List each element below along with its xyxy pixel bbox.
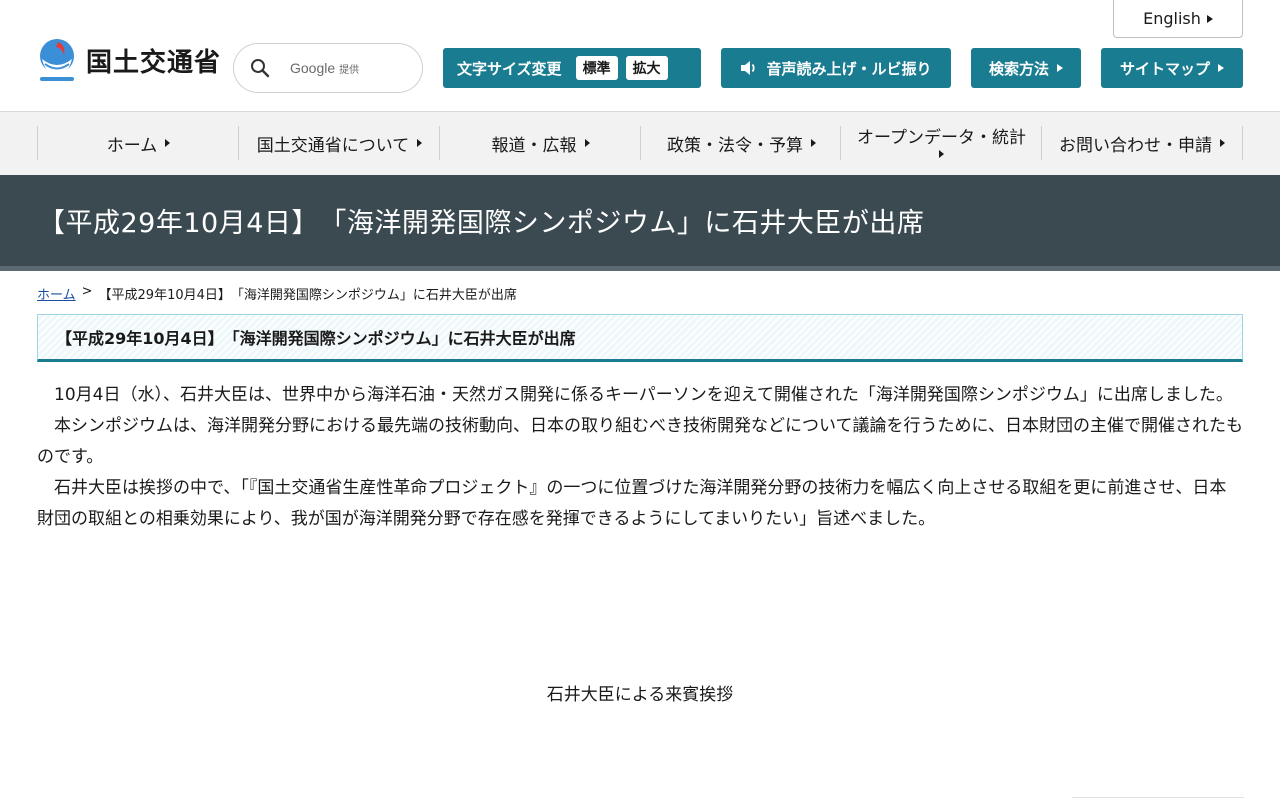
nav-item-label: 報道・広報 xyxy=(491,135,577,156)
breadcrumb-current: 【平成29年10月4日】 「海洋開発国際シンポジウム」に石井大臣が出席 xyxy=(98,288,517,303)
search-method-label: 検索方法 xyxy=(988,59,1049,78)
font-size-standard-button[interactable]: 標準 xyxy=(575,56,618,80)
global-nav: ホーム 国土交通省について 報道・広報 政策・法令・予算 オープンデータ・統計 … xyxy=(0,112,1280,175)
content-heading: 【平成29年10月4日】 「海洋開発国際シンポジウム」に石井大臣が出席 xyxy=(56,329,576,348)
english-label: English xyxy=(1143,9,1201,28)
arrow-right-icon xyxy=(417,139,423,147)
nav-item-label: ホーム xyxy=(106,135,158,156)
breadcrumb: ホーム > 【平成29年10月4日】 「海洋開発国際シンポジウム」に石井大臣が出… xyxy=(37,284,517,303)
arrow-right-icon xyxy=(1057,64,1063,72)
photo-caption: 石井大臣による来賓挨拶 xyxy=(546,685,734,705)
nav-item-label: 国土交通省について xyxy=(256,135,410,156)
search-method-button[interactable]: 検索方法 xyxy=(971,48,1081,88)
site-header: English 国土交通省 Google 提供 文字サイズ変更 標準 拡大 音声読… xyxy=(0,0,1280,112)
nav-item-home[interactable]: ホーム xyxy=(37,126,239,160)
nav-item-label: お問い合わせ・申請 xyxy=(1059,135,1212,156)
nav-item-contact[interactable]: お問い合わせ・申請 xyxy=(1041,126,1243,160)
nav-item-about[interactable]: 国土交通省について xyxy=(238,126,440,160)
logo-text: 国土交通省 xyxy=(86,47,222,78)
sitemap-label: サイトマップ xyxy=(1119,59,1210,78)
article-paragraph: 10月4日（水）、石井大臣は、世界中から海洋石油・天然ガス開発に係るキーパーソン… xyxy=(54,385,1233,405)
arrow-right-icon xyxy=(1220,139,1225,147)
article-body: 10月4日（水）、石井大臣は、世界中から海洋石油・天然ガス開発に係るキーパーソン… xyxy=(37,380,1243,535)
nav-item-label: オープンデータ・統計 xyxy=(857,127,1026,148)
breadcrumb-home-link[interactable]: ホーム xyxy=(37,284,76,303)
mlit-logo-icon xyxy=(40,39,74,81)
breadcrumb-separator: > xyxy=(81,284,93,299)
voice-reading-button[interactable]: 音声読み上げ・ルビ振り xyxy=(721,48,951,88)
font-size-large-button[interactable]: 拡大 xyxy=(625,56,668,80)
font-size-label: 文字サイズ変更 xyxy=(457,59,562,78)
arrow-right-icon xyxy=(939,150,944,159)
content-heading-box: 【平成29年10月4日】 「海洋開発国際シンポジウム」に石井大臣が出席 xyxy=(37,314,1243,362)
speaker-icon xyxy=(741,61,756,75)
page-title: 【平成29年10月4日】 「海洋開発国際シンポジウム」に石井大臣が出席 xyxy=(38,208,925,239)
article-paragraph: 本シンポジウムは、海洋開発分野における最先端の技術動向、日本の取り組むべき技術開… xyxy=(37,416,1243,467)
sitemap-button[interactable]: サイトマップ xyxy=(1101,48,1243,88)
arrow-right-icon xyxy=(811,139,816,147)
nav-item-press[interactable]: 報道・広報 xyxy=(439,126,641,160)
english-button[interactable]: English xyxy=(1113,0,1243,38)
page-title-band: 【平成29年10月4日】 「海洋開発国際シンポジウム」に石井大臣が出席 xyxy=(0,175,1280,271)
arrow-right-icon xyxy=(1218,64,1224,72)
arrow-right-icon xyxy=(165,139,171,147)
search-input[interactable]: Google 提供 xyxy=(233,43,423,93)
search-icon xyxy=(251,59,270,78)
font-size-control: 文字サイズ変更 標準 拡大 xyxy=(443,48,701,88)
nav-item-policy[interactable]: 政策・法令・予算 xyxy=(640,126,842,160)
nav-item-open-data[interactable]: オープンデータ・統計 xyxy=(840,126,1042,160)
nav-item-label: 政策・法令・予算 xyxy=(667,135,803,156)
voice-reading-label: 音声読み上げ・ルビ振り xyxy=(766,59,932,78)
arrow-right-icon xyxy=(584,139,590,147)
search-provider-label: Google 提供 xyxy=(290,60,360,76)
article-paragraph: 石井大臣は挨拶の中で、「『国土交通省生産性革命プロジェクト』の一つに位置づけた海… xyxy=(37,478,1227,529)
site-logo[interactable]: 国土交通省 xyxy=(36,36,221,84)
arrow-right-icon xyxy=(1206,14,1213,23)
